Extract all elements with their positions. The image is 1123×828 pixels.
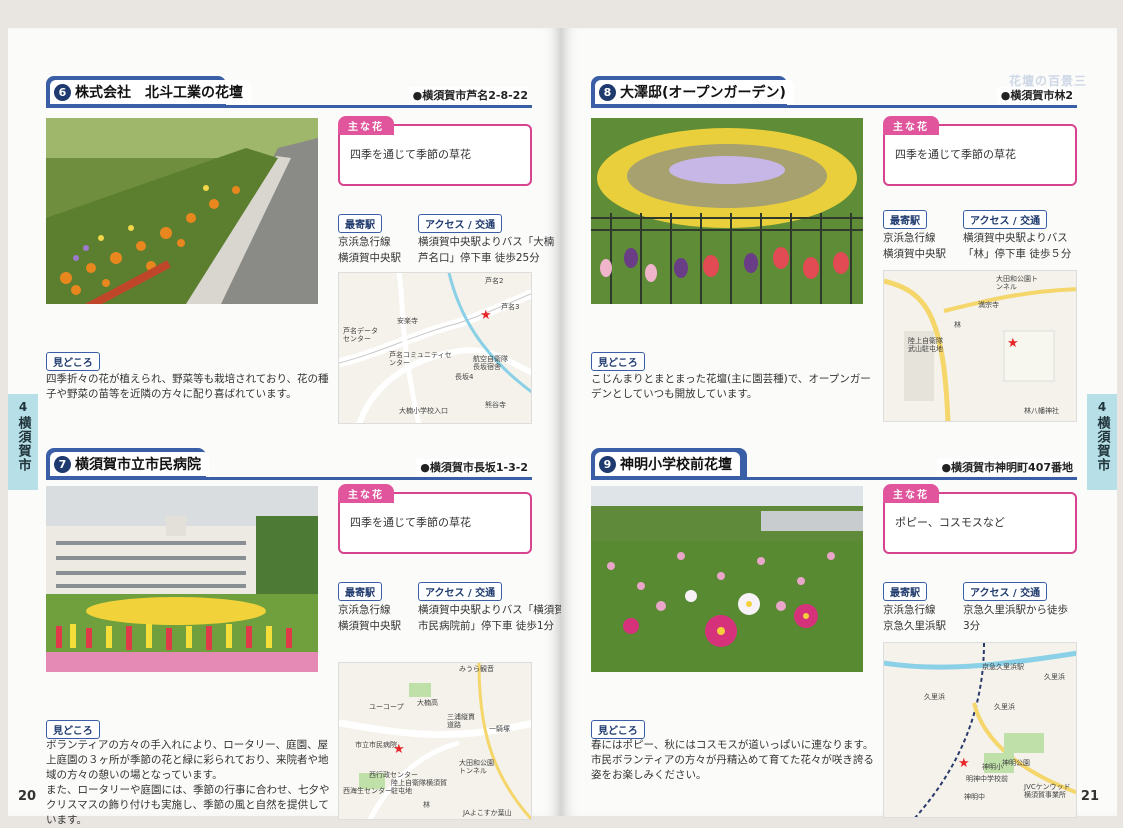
map-osawa: 大田和公園トンネル 満宗寺 林 陸上自衛隊武山駐屯地 林八幡神社 ★ — [883, 270, 1077, 422]
side-tab-number: 4 — [18, 400, 28, 414]
main-flower-box: 主な花 ポピー、コスモスなど — [883, 484, 1077, 554]
section-title: 神明小学校前花壇 — [620, 457, 732, 473]
main-flower-label: 主な花 — [338, 116, 394, 135]
map-hospital: みうら観音 ユーコープ 大楠高 三浦縦貫道路 一騎塚 市立市民病院 大田和公園ト… — [338, 662, 532, 820]
access-label: アクセス / 交通 — [418, 214, 503, 233]
main-flower-label: 主な花 — [338, 484, 394, 503]
station-info: 京浜急行線 横須賀中央駅 — [338, 604, 401, 632]
highlights-label: 見どころ — [591, 352, 645, 371]
section-description: 春にはポピー、秋にはコスモスが道いっぱいに連なります。市民ボランティアの方々が丹… — [591, 739, 874, 781]
side-tab-text: 横須賀市 — [15, 416, 31, 472]
main-flower-label: 主な花 — [883, 484, 939, 503]
access-info: 横須賀中央駅よりバス 「林」停下車 徒歩５分 — [963, 232, 1072, 260]
section-header: 6 株式会社 北斗工業の花壇 ●横須賀市芦名2-8-22 — [46, 76, 532, 108]
brochure-spread: 4 横須賀市 20 6 株式会社 北斗工業の花壇 ●横須賀市芦名2-8-22 主… — [0, 0, 1123, 826]
page-number-left: 20 — [18, 789, 37, 804]
map-star-icon: ★ — [958, 756, 970, 771]
nearest-station-label: 最寄駅 — [883, 582, 927, 601]
main-flower-text: 四季を通じて季節の草花 — [895, 148, 1016, 161]
map-star-icon: ★ — [1007, 336, 1019, 351]
access-info: 京急久里浜駅から徒歩 3分 — [963, 604, 1068, 632]
main-flower-text: ポピー、コスモスなど — [895, 516, 1005, 529]
main-flower-box: 主な花 四季を通じて季節の草花 — [338, 116, 532, 186]
highlights-label: 見どころ — [46, 352, 100, 371]
photo-hospital — [46, 486, 318, 672]
main-flower-text: 四季を通じて季節の草花 — [350, 148, 471, 161]
access-info: 横須賀中央駅よりバス「横須賀 市民病院前」停下車 徒歩1分 — [418, 604, 565, 632]
photo-hokuto-flowerbed — [46, 118, 318, 304]
section-header: 7 横須賀市立市民病院 ●横須賀市長坂1-3-2 — [46, 448, 532, 480]
photo-osawa-garden — [591, 118, 863, 304]
section-header: 8 大澤邸(オープンガーデン) ●横須賀市林2 — [591, 76, 1077, 108]
section-description: 四季折々の花が植えられ、野菜等も栽培されており、花の種子や野菜の苗等を近隣の方々… — [46, 373, 329, 400]
section-title: 大澤邸(オープンガーデン) — [620, 85, 786, 101]
section-address: ●横須賀市神明町407番地 — [937, 459, 1073, 475]
page-number-right: 21 — [1080, 789, 1099, 804]
main-flower-box: 主な花 四季を通じて季節の草花 — [338, 484, 532, 554]
map-hokuto: 芦名2 安楽寺 芦名3 芦名データセンター 芦名コミュニティセンター 航空自衛隊… — [338, 272, 532, 424]
section-address: ●横須賀市長坂1-3-2 — [416, 459, 528, 475]
section-number: 7 — [54, 455, 71, 473]
side-tab-left: 4 横須賀市 — [8, 394, 38, 490]
right-page: 花壇の百景三 4 横須賀市 21 8 大澤邸(オープンガーデン) ●横須賀市林2 — [561, 28, 1117, 818]
section-number: 9 — [599, 455, 616, 473]
section-number: 8 — [599, 83, 616, 101]
map-shinmei: 京急久里浜駅 久里浜 久里浜 久里浜 神明小 明神中学校前 神明公園 神明中 J… — [883, 642, 1077, 818]
section-description: こじんまりとまとまった花壇(主に園芸種)で、オープンガーデンとしていつも開放して… — [591, 373, 871, 400]
map-star-icon: ★ — [480, 308, 492, 323]
section-address: ●横須賀市芦名2-8-22 — [408, 87, 528, 103]
main-flower-label: 主な花 — [883, 116, 939, 135]
section-title: 横須賀市立市民病院 — [75, 457, 201, 473]
access-info: 横須賀中央駅よりバス「大楠 芦名口」停下車 徒歩25分 — [418, 236, 555, 264]
station-info: 京浜急行線 横須賀中央駅 — [883, 232, 946, 260]
section-address: ●横須賀市林2 — [996, 87, 1073, 103]
left-page: 4 横須賀市 20 6 株式会社 北斗工業の花壇 ●横須賀市芦名2-8-22 主… — [8, 28, 565, 826]
nearest-station-label: 最寄駅 — [338, 214, 382, 233]
photo-shinmei-cosmos — [591, 486, 863, 672]
access-label: アクセス / 交通 — [418, 582, 503, 601]
highlights-label: 見どころ — [591, 720, 645, 739]
side-tab-right: 4 横須賀市 — [1087, 394, 1117, 490]
main-flower-text: 四季を通じて季節の草花 — [350, 516, 471, 529]
section-number: 6 — [54, 83, 71, 101]
nearest-station-label: 最寄駅 — [883, 210, 927, 229]
access-label: アクセス / 交通 — [963, 210, 1048, 229]
section-description: ボランティアの方々の手入れにより、ロータリー、庭園、屋上庭園の３ヶ所が季節の花と… — [46, 739, 330, 826]
highlights-label: 見どころ — [46, 720, 100, 739]
access-label: アクセス / 交通 — [963, 582, 1048, 601]
nearest-station-label: 最寄駅 — [338, 582, 382, 601]
section-header: 9 神明小学校前花壇 ●横須賀市神明町407番地 — [591, 448, 1077, 480]
map-star-icon: ★ — [393, 742, 405, 757]
section-title: 株式会社 北斗工業の花壇 — [75, 85, 243, 101]
station-info: 京浜急行線 横須賀中央駅 — [338, 236, 401, 264]
main-flower-box: 主な花 四季を通じて季節の草花 — [883, 116, 1077, 186]
station-info: 京浜急行線 京急久里浜駅 — [883, 604, 946, 632]
